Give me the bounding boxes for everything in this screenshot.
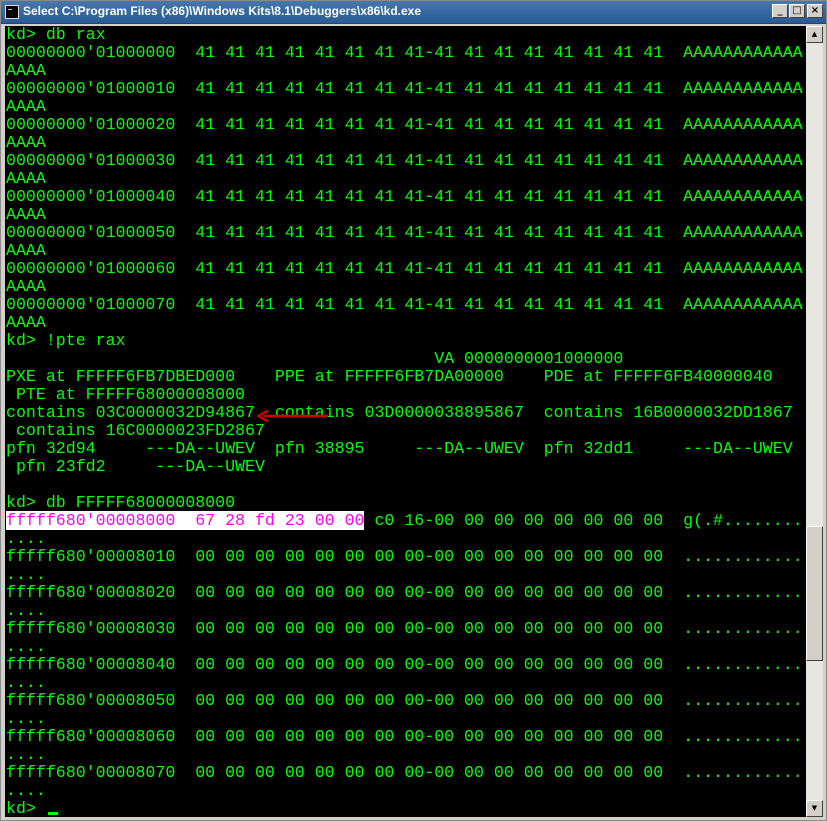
console-line: .... — [6, 745, 46, 764]
console-line: kd> !pte rax — [6, 331, 126, 350]
selected-line-rest: c0 16-00 00 00 00 00 00 00 00 g(.#......… — [364, 511, 803, 530]
console-line: AAAA — [6, 61, 46, 80]
console-line: AAAA — [6, 241, 46, 260]
maximize-button[interactable]: □ — [789, 4, 805, 18]
console-line: kd> db FFFFF68000008000 — [6, 493, 236, 512]
console-line: pfn 23fd2 ---DA--UWEV — [6, 457, 265, 476]
console-line: fffff680'00008060 00 00 00 00 00 00 00 0… — [6, 727, 803, 746]
console-line: .... — [6, 673, 46, 692]
close-button[interactable]: × — [807, 4, 823, 18]
scroll-up-button[interactable]: ▲ — [806, 26, 823, 43]
console-line: fffff680'00008040 00 00 00 00 00 00 00 0… — [6, 655, 803, 674]
console-window: Select C:\Program Files (x86)\Windows Ki… — [0, 0, 827, 821]
console-line: fffff680'00008070 00 00 00 00 00 00 00 0… — [6, 763, 803, 782]
console-line: .... — [6, 565, 46, 584]
console-line: AAAA — [6, 133, 46, 152]
console-line: .... — [6, 709, 46, 728]
console-line: PXE at FFFFF6FB7DBED000 PPE at FFFFF6FB7… — [6, 367, 773, 386]
console-line: PTE at FFFFF68000008000 — [6, 385, 245, 404]
scrollbar-thumb[interactable] — [806, 526, 823, 661]
console-line: 00000000'01000030 41 41 41 41 41 41 41 4… — [6, 151, 803, 170]
console-line: 00000000'01000070 41 41 41 41 41 41 41 4… — [6, 295, 803, 314]
console-line: AAAA — [6, 169, 46, 188]
selected-text: fffff680'00008000 67 28 fd 23 00 00 — [6, 511, 365, 530]
console-line: VA 0000000001000000 — [6, 349, 624, 368]
console-line-selected: fffff680'00008000 67 28 fd 23 00 00 c0 1… — [6, 511, 803, 530]
red-arrow-annotation-icon — [256, 409, 328, 423]
console-line: 00000000'01000020 41 41 41 41 41 41 41 4… — [6, 115, 803, 134]
minimize-button[interactable]: _ — [772, 4, 788, 18]
scroll-down-button[interactable]: ▼ — [806, 800, 823, 817]
console-line: .... — [6, 601, 46, 620]
console-line: fffff680'00008030 00 00 00 00 00 00 00 0… — [6, 619, 803, 638]
console-line: contains 16C0000023FD2867 — [6, 421, 265, 440]
console-line: .... — [6, 781, 46, 800]
console-line: AAAA — [6, 97, 46, 116]
console-line: 00000000'01000050 41 41 41 41 41 41 41 4… — [6, 223, 803, 242]
console-line: 00000000'01000010 41 41 41 41 41 41 41 4… — [6, 79, 803, 98]
console-line: fffff680'00008050 00 00 00 00 00 00 00 0… — [6, 691, 803, 710]
console-line: AAAA — [6, 313, 46, 332]
console-line: AAAA — [6, 205, 46, 224]
console-line: 00000000'01000060 41 41 41 41 41 41 41 4… — [6, 259, 803, 278]
console-line: fffff680'00008020 00 00 00 00 00 00 00 0… — [6, 583, 803, 602]
console-line: pfn 32d94 ---DA--UWEV pfn 38895 ---DA--U… — [6, 439, 793, 458]
text-cursor — [47, 812, 58, 815]
console-line: 00000000'01000040 41 41 41 41 41 41 41 4… — [6, 187, 803, 206]
window-title: Select C:\Program Files (x86)\Windows Ki… — [23, 4, 422, 18]
console-line: .... — [6, 637, 46, 656]
title-bar[interactable]: Select C:\Program Files (x86)\Windows Ki… — [1, 1, 826, 24]
console-line: .... — [6, 529, 46, 548]
vertical-scrollbar[interactable]: ▲ ▼ — [806, 26, 823, 817]
console-output[interactable]: kd> db rax 00000000'01000000 41 41 41 41 … — [5, 26, 806, 817]
console-line: kd> db rax — [6, 26, 106, 44]
console-app-icon[interactable] — [5, 5, 19, 19]
console-line: AAAA — [6, 277, 46, 296]
console-line: 00000000'01000000 41 41 41 41 41 41 41 4… — [6, 43, 803, 62]
command-prompt: kd> — [6, 800, 58, 817]
console-line: fffff680'00008010 00 00 00 00 00 00 00 0… — [6, 547, 803, 566]
console-line: contains 03C0000032D94867 contains 03D00… — [6, 403, 793, 422]
